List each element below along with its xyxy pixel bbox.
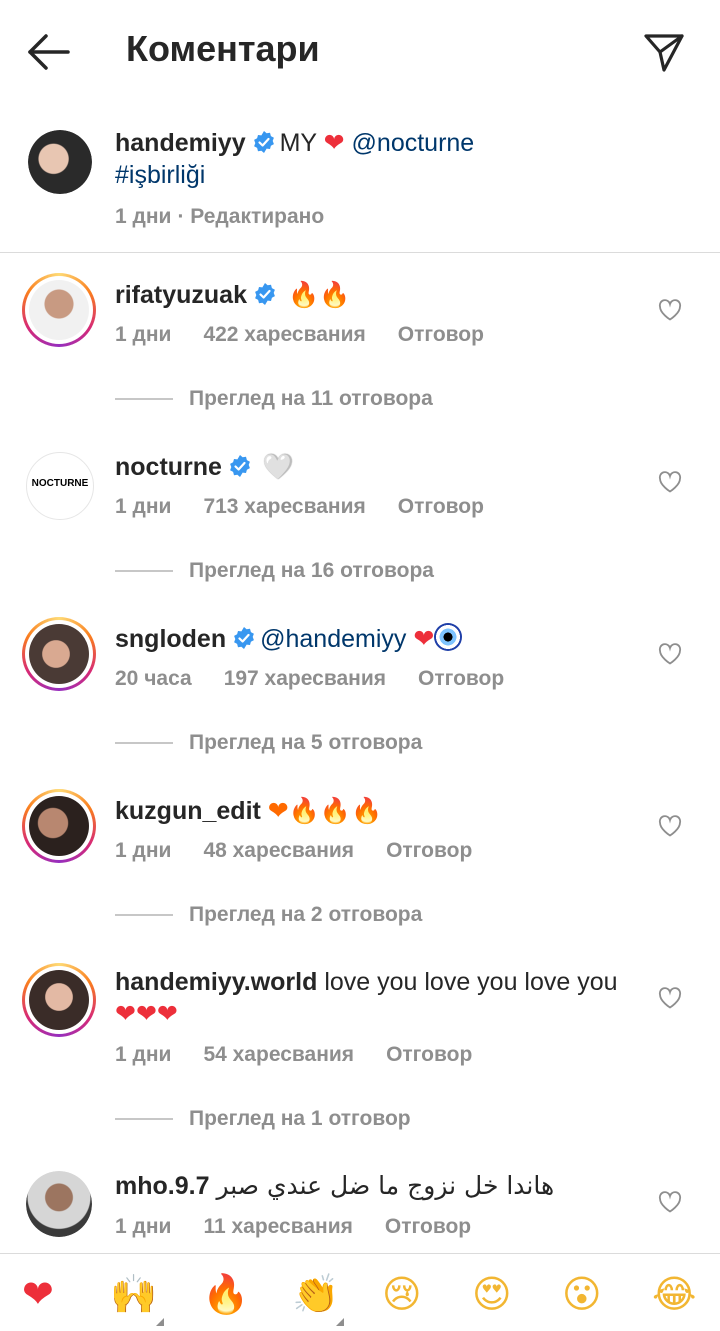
reply-button[interactable]: Отговор xyxy=(398,323,484,346)
comment-text-line2: ❤❤❤ xyxy=(115,999,178,1028)
heart-outline-icon[interactable] xyxy=(658,815,682,837)
reply-button[interactable]: Отговор xyxy=(386,839,472,862)
share-button[interactable] xyxy=(642,30,686,74)
divider xyxy=(115,1118,173,1121)
reaction-surprised-face[interactable]: 😮 xyxy=(562,1272,602,1316)
post-caption: handemiyy MY ❤ @nocturne #işbirliği 1 дни… xyxy=(0,105,720,253)
page-title: Коментари xyxy=(126,28,320,69)
caption-hashtag[interactable]: #işbirliği xyxy=(115,161,205,189)
comment-time: 1 дни xyxy=(115,323,172,346)
comment-username[interactable]: mho.9.7 xyxy=(115,1172,209,1200)
view-replies-label: Преглед на 16 отговора xyxy=(189,559,434,582)
comment-likes[interactable]: 54 харесвания xyxy=(203,1043,354,1066)
heart-outline-icon[interactable] xyxy=(658,299,682,321)
avatar[interactable] xyxy=(22,963,96,1037)
view-replies-button[interactable]: Преглед на 16 отговора xyxy=(115,559,434,583)
comment-username[interactable]: rifatyuzuak xyxy=(115,281,247,309)
comment-time: 1 дни xyxy=(115,1215,172,1238)
reply-button[interactable]: Отговор xyxy=(398,495,484,518)
quick-reactions-bar: ❤ 🙌 🔥 👏 😢 😍 😮 😂 xyxy=(0,1253,720,1331)
comment-username[interactable]: nocturne xyxy=(115,453,222,481)
heart-outline-icon[interactable] xyxy=(658,987,682,1009)
reply-button[interactable]: Отговор xyxy=(385,1215,471,1238)
avatar-image xyxy=(26,1171,92,1237)
view-replies-button[interactable]: Преглед на 11 отговора xyxy=(115,387,433,411)
comment-likes[interactable]: 48 харесвания xyxy=(203,839,354,862)
caption-mention[interactable]: @nocturne xyxy=(352,129,475,157)
caption-edited: · Редактирано xyxy=(177,205,325,228)
comment-username[interactable]: handemiyy.world xyxy=(115,968,317,996)
caption-text: handemiyy MY ❤ @nocturne xyxy=(115,127,474,159)
comment-text: 🔥🔥 xyxy=(287,280,351,309)
view-replies-button[interactable]: Преглед на 1 отговор xyxy=(115,1107,411,1131)
reaction-heart-eyes[interactable]: 😍 xyxy=(472,1272,512,1316)
comment-likes[interactable]: 713 харесвания xyxy=(203,495,365,518)
avatar[interactable] xyxy=(22,617,96,691)
view-replies-label: Преглед на 5 отговора xyxy=(189,731,423,754)
heart-emoji: ❤ xyxy=(323,128,345,157)
comment-likes[interactable]: 197 харесвания xyxy=(224,667,386,690)
comment-text: ❤🔥🔥🔥 xyxy=(267,796,383,825)
comment-text: هاندا خل نزوج ما ضل عندي صبر xyxy=(216,1171,555,1200)
comment-text: love you love you love you xyxy=(324,968,618,996)
reaction-heart[interactable]: ❤ xyxy=(22,1272,54,1316)
caption-meta: 1 дни · Редактирано xyxy=(115,205,356,229)
avatar[interactable] xyxy=(22,789,96,863)
top-bar: Коментари xyxy=(0,0,720,105)
divider xyxy=(115,570,173,573)
avatar-image xyxy=(28,130,92,194)
comment-time: 1 дни xyxy=(115,839,172,862)
reaction-clapping-hands[interactable]: 👏 xyxy=(292,1272,339,1316)
divider xyxy=(115,398,173,401)
arrow-left-icon xyxy=(28,34,70,70)
avatar-image xyxy=(29,280,89,340)
heart-outline-icon[interactable] xyxy=(658,1191,682,1213)
heart-outline-icon[interactable] xyxy=(658,471,682,493)
divider xyxy=(115,742,173,745)
paper-plane-icon xyxy=(644,34,684,72)
caption-time: 1 дни xyxy=(115,205,172,228)
verified-badge-icon xyxy=(255,283,275,305)
comment-text: 🤍 xyxy=(262,452,295,481)
skin-tone-indicator xyxy=(156,1318,164,1326)
reply-button[interactable]: Отговор xyxy=(418,667,504,690)
avatar[interactable]: NOCTURNE xyxy=(26,452,94,520)
avatar[interactable] xyxy=(22,273,96,347)
view-replies-label: Преглед на 1 отговор xyxy=(189,1107,411,1130)
nazar-eye-icon xyxy=(434,623,463,651)
avatar-logo-text: NOCTURNE xyxy=(31,478,89,489)
avatar-image xyxy=(29,970,89,1030)
divider xyxy=(115,914,173,917)
view-replies-label: Преглед на 2 отговора xyxy=(189,903,423,926)
reaction-tears-of-joy[interactable]: 😂 xyxy=(652,1272,696,1316)
caption-username[interactable]: handemiyy xyxy=(115,129,246,157)
avatar-image xyxy=(29,796,89,856)
comment-time: 1 дни xyxy=(115,1043,172,1066)
comment-username[interactable]: kuzgun_edit xyxy=(115,797,261,825)
view-replies-label: Преглед на 11 отговора xyxy=(189,387,433,410)
reply-button[interactable]: Отговор xyxy=(386,1043,472,1066)
caption-prefix: MY xyxy=(279,129,317,157)
comment-likes[interactable]: 11 харесвания xyxy=(203,1215,352,1238)
avatar-image xyxy=(29,624,89,684)
comment-time: 20 часа xyxy=(115,667,192,690)
heart-outline-icon[interactable] xyxy=(658,643,682,665)
reaction-crying-face[interactable]: 😢 xyxy=(382,1272,422,1316)
reaction-raising-hands[interactable]: 🙌 xyxy=(110,1272,157,1316)
comment-likes[interactable]: 422 харесвания xyxy=(203,323,365,346)
reaction-fire[interactable]: 🔥 xyxy=(202,1272,249,1316)
skin-tone-indicator xyxy=(336,1318,344,1326)
comment-time: 1 дни xyxy=(115,495,172,518)
comment-text: ❤ xyxy=(413,624,435,653)
comment-mention[interactable]: @handemiyy xyxy=(260,625,406,653)
verified-badge-icon xyxy=(234,627,255,649)
avatar[interactable] xyxy=(26,1171,92,1237)
verified-badge-icon xyxy=(230,455,250,477)
view-replies-button[interactable]: Преглед на 5 отговора xyxy=(115,731,422,755)
avatar[interactable] xyxy=(28,130,92,194)
back-button[interactable] xyxy=(26,32,72,72)
comment-username[interactable]: sngloden xyxy=(115,625,226,653)
verified-badge-icon xyxy=(253,131,274,153)
view-replies-button[interactable]: Преглед на 2 отговора xyxy=(115,903,422,927)
